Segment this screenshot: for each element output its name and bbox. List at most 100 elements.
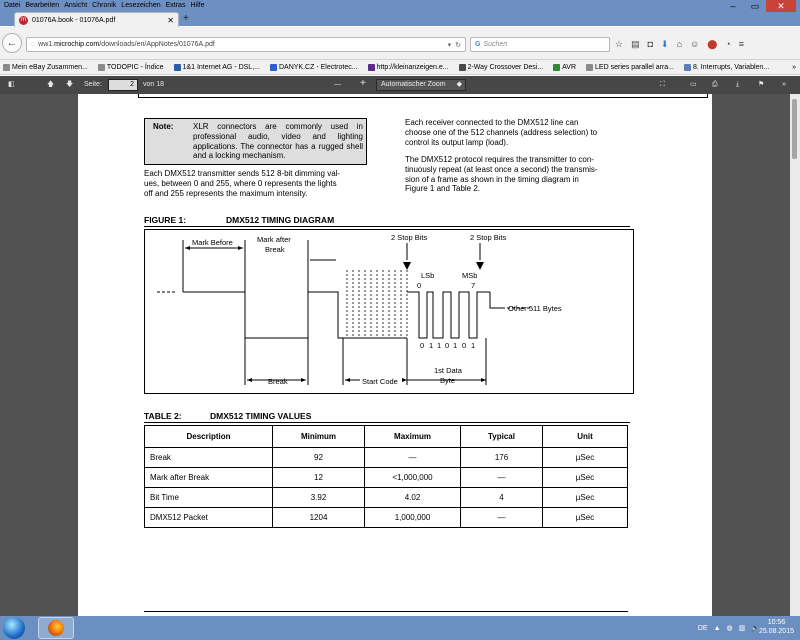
search-placeholder: Suchen [483, 41, 508, 48]
tray-arrow-icon[interactable]: ▲ [714, 625, 721, 632]
label-first-data-2: Byte [440, 376, 455, 385]
table-header-row: Description Minimum Maximum Typical Unit [144, 425, 628, 448]
browser-tab[interactable]: m 01076A.book - 01076A.pdf ✕ [14, 12, 179, 28]
presentation-mode-icon[interactable]: ⛶ [660, 79, 665, 91]
menu-chronik[interactable]: Chronik [92, 0, 116, 11]
label-mark-before: Mark Before [192, 238, 233, 247]
more-bookmarks-icon[interactable]: » [792, 64, 800, 71]
label-other-bytes: Other 511 Bytes [508, 304, 562, 313]
figure-title: DMX512 TIMING DIAGRAM [226, 215, 335, 225]
svg-text:1: 1 [471, 341, 475, 350]
network-icon[interactable]: ▥ [739, 624, 746, 632]
url-bar[interactable]: ◌ ww1. microchip.com/downloads/en/AppNote… [26, 37, 466, 52]
pdf-page: Note: XLR connectors are commonly used i… [78, 94, 712, 616]
label-first-data-1: 1st Data [434, 366, 463, 375]
figure-label: FIGURE 1: [144, 215, 187, 225]
bookmark-item[interactable]: 2-Way Crossover Desi... [458, 63, 543, 71]
start-button[interactable] [2, 616, 30, 640]
page-icon [173, 63, 181, 71]
menu-bearbeiten[interactable]: Bearbeiten [25, 0, 59, 11]
dropdown-arrow-icon[interactable]: ▾ [448, 41, 452, 49]
scrollbar-thumb[interactable] [792, 99, 797, 159]
page-number-input[interactable]: 2 [108, 79, 138, 91]
bookmarks-toolbar: Mein eBay Zusammen... TODOPIC - Índice 1… [0, 60, 800, 75]
col-description: Description [144, 425, 273, 448]
col-maximum: Maximum [364, 425, 461, 448]
tray-app-icon[interactable]: ◍ [727, 624, 733, 632]
col-unit: Unit [542, 425, 628, 448]
bookmark-star-icon[interactable]: ☆ [615, 39, 623, 50]
open-file-icon[interactable]: ▭ [690, 79, 697, 91]
maximize-button[interactable]: ▭ [744, 0, 766, 12]
label-stop-bits-1: 2 Stop Bits [391, 233, 428, 242]
reading-list-icon[interactable]: ▤ [631, 39, 640, 50]
label-start-code: Start Code [362, 377, 398, 386]
table-row: Bit Time 3.92 4.02 4 µSec [144, 487, 628, 508]
svg-text:1: 1 [429, 341, 433, 350]
tab-close-icon[interactable]: ✕ [167, 16, 174, 25]
minimize-button[interactable]: – [722, 0, 744, 12]
chat-icon[interactable]: ☺ [690, 39, 699, 50]
clock[interactable]: 10:56 25.08.2015 [759, 618, 794, 636]
page-icon [553, 63, 561, 71]
pocket-icon[interactable]: ◘ [648, 39, 653, 50]
search-input[interactable]: G Suchen [470, 37, 610, 52]
adblock-icon[interactable]: ⬤ [707, 39, 717, 50]
scrollbar[interactable] [790, 94, 800, 616]
zoom-select[interactable]: Automatischer Zoom ◆ [376, 79, 466, 91]
table-row: Break 92 — 176 µSec [144, 447, 628, 468]
menu-datei[interactable]: Datei [4, 0, 20, 11]
print-icon[interactable]: ⎙ [712, 79, 718, 91]
new-tab-button[interactable]: + [183, 13, 189, 24]
previous-page-icon[interactable]: 🡅 [47, 79, 54, 91]
navigation-bar: ← ◌ ww1. microchip.com/downloads/en/AppNo… [0, 27, 800, 60]
bookmark-item[interactable]: AVR [553, 63, 576, 71]
close-window-button[interactable]: ✕ [766, 0, 796, 12]
label-msb: MSb [462, 271, 477, 280]
download-icon[interactable]: ⬇ [661, 39, 669, 50]
bookmark-item[interactable]: Mein eBay Zusammen... [3, 63, 88, 71]
bookmark-view-icon[interactable]: ⚑ [758, 79, 764, 91]
svg-text:1: 1 [437, 341, 441, 350]
download-pdf-icon[interactable]: ⤓ [736, 79, 739, 91]
zoom-in-button[interactable]: + [360, 78, 366, 90]
bookmark-item[interactable]: TODOPIC - Índice [97, 63, 164, 71]
url-path: /downloads/en/AppNotes/01076A.pdf [99, 41, 215, 48]
page-total: von 18 [143, 81, 165, 88]
folder-icon [3, 63, 10, 71]
menu-ansicht[interactable]: Ansicht [64, 0, 87, 11]
lightning-icon [269, 63, 277, 71]
svg-text:0: 0 [445, 341, 449, 350]
bookmark-item[interactable]: 8. Interrupts, Variablen... [684, 63, 769, 71]
globe-icon: ◌ [31, 41, 36, 48]
menu-hilfe[interactable]: Hilfe [190, 0, 204, 11]
microchip-favicon-icon: m [19, 16, 28, 25]
label-break: Break [268, 377, 288, 386]
next-page-icon[interactable]: 🡇 [66, 79, 73, 91]
nav-toolbar-icons: ☆ ▤ ◘ ⬇ ⌂ ☺ ⬤ ◔ ≡ [615, 39, 744, 50]
back-button[interactable]: ← [2, 33, 22, 53]
col-typical: Typical [460, 425, 543, 448]
language-indicator[interactable]: DE [698, 625, 708, 632]
label-mark-after-1: Mark after [257, 235, 291, 244]
zoom-out-button[interactable]: — [334, 79, 341, 91]
window-controls: – ▭ ✕ [722, 0, 796, 12]
hamburger-menu-icon[interactable]: ≡ [739, 39, 744, 50]
page-label: Seite: [84, 81, 102, 88]
chevron-down-icon: ◆ [456, 81, 462, 88]
svg-text:0: 0 [462, 341, 466, 350]
tools-icon[interactable]: » [782, 79, 786, 91]
menu-lesezeichen[interactable]: Lesezeichen [121, 0, 160, 11]
menu-extras[interactable]: Extras [166, 0, 186, 11]
bookmark-item[interactable]: DANYK.CZ - Electrotec... [269, 63, 358, 71]
sidebar-toggle-icon[interactable]: ◧ [8, 79, 15, 91]
taskbar-firefox[interactable] [38, 617, 74, 639]
share-icon[interactable]: ◔ [725, 39, 730, 50]
bookmark-item[interactable]: 1&1 Internet AG - DSL,... [173, 63, 260, 71]
reload-icon[interactable]: ↻ [455, 41, 461, 49]
url-prefix: ww1. [38, 41, 55, 48]
home-icon[interactable]: ⌂ [677, 39, 682, 50]
table-bottom-edge [138, 94, 708, 98]
bookmark-item[interactable]: http://kleinanzeigen.e... [367, 63, 449, 71]
bookmark-item[interactable]: LED series parallel arra... [586, 63, 674, 71]
